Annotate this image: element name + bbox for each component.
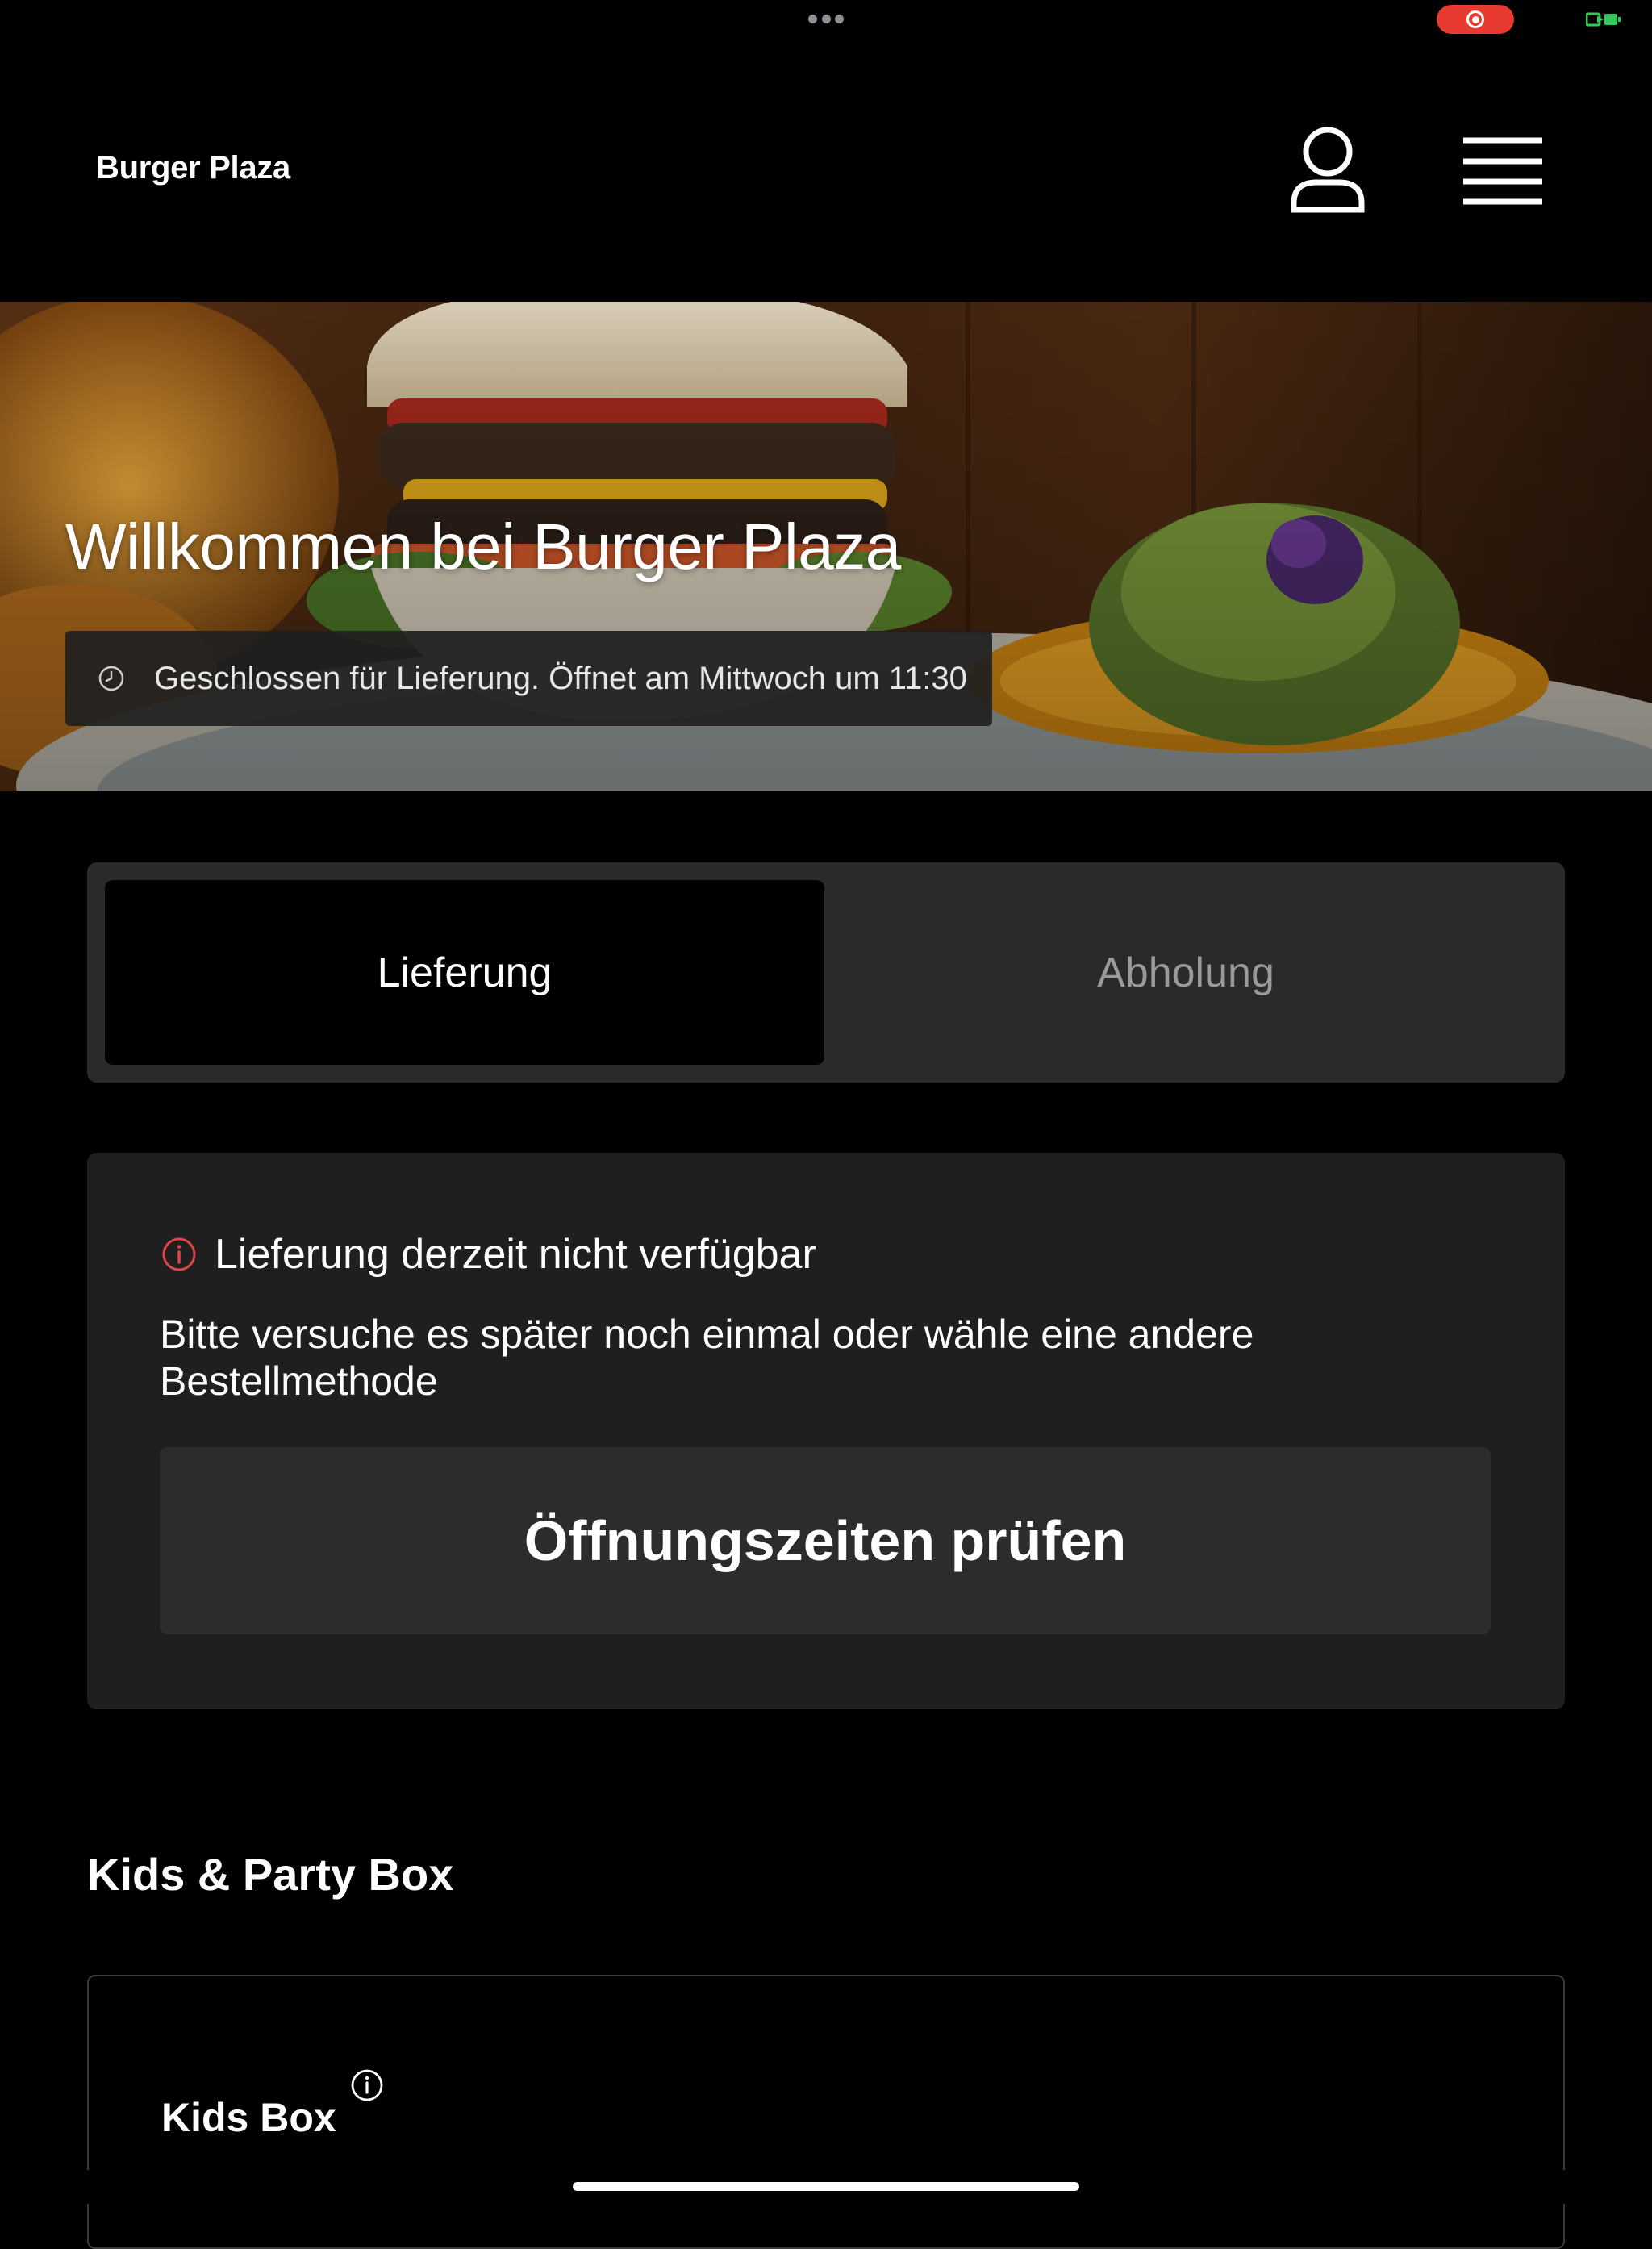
product-name: Kids Box bbox=[161, 2095, 336, 2140]
notice-heading: Lieferung derzeit nicht verfügbar bbox=[161, 1230, 816, 1279]
hero-banner: Willkommen bei Burger Plaza Geschlossen … bbox=[0, 302, 1652, 791]
opening-hours-text: Geschlossen für Lieferung. Öffnet am Mit… bbox=[154, 660, 967, 696]
check-opening-hours-button[interactable]: Öffnungszeiten prüfen bbox=[160, 1447, 1491, 1634]
app-title[interactable]: Burger Plaza bbox=[96, 150, 290, 186]
menu-button[interactable] bbox=[1462, 136, 1544, 205]
battery-icon bbox=[1586, 12, 1621, 27]
opening-hours-banner: Geschlossen für Lieferung. Öffnet am Mit… bbox=[65, 631, 992, 726]
hero-title: Willkommen bei Burger Plaza bbox=[65, 511, 901, 582]
profile-button[interactable] bbox=[1289, 126, 1366, 216]
order-method-selector: Lieferung Abholung bbox=[87, 862, 1565, 1083]
product-card[interactable]: Kids Box bbox=[87, 1975, 1565, 2249]
multitasking-dots-icon[interactable] bbox=[808, 14, 844, 23]
home-indicator[interactable] bbox=[573, 2182, 1079, 2191]
hamburger-menu-icon bbox=[1463, 137, 1542, 205]
info-icon bbox=[162, 1237, 196, 1271]
delivery-unavailable-card: Lieferung derzeit nicht verfügbar Bitte … bbox=[87, 1153, 1565, 1709]
clock-icon bbox=[98, 666, 124, 691]
category-title: Kids & Party Box bbox=[87, 1849, 454, 1900]
info-icon[interactable] bbox=[350, 2068, 384, 2102]
person-icon bbox=[1291, 127, 1365, 213]
tab-delivery[interactable]: Lieferung bbox=[105, 880, 824, 1065]
tab-pickup[interactable]: Abholung bbox=[826, 880, 1546, 1065]
notice-heading-text: Lieferung derzeit nicht verfügbar bbox=[215, 1231, 816, 1278]
screen-recording-icon[interactable] bbox=[1437, 5, 1514, 34]
notice-body: Bitte versuche es später noch einmal ode… bbox=[160, 1312, 1254, 1404]
